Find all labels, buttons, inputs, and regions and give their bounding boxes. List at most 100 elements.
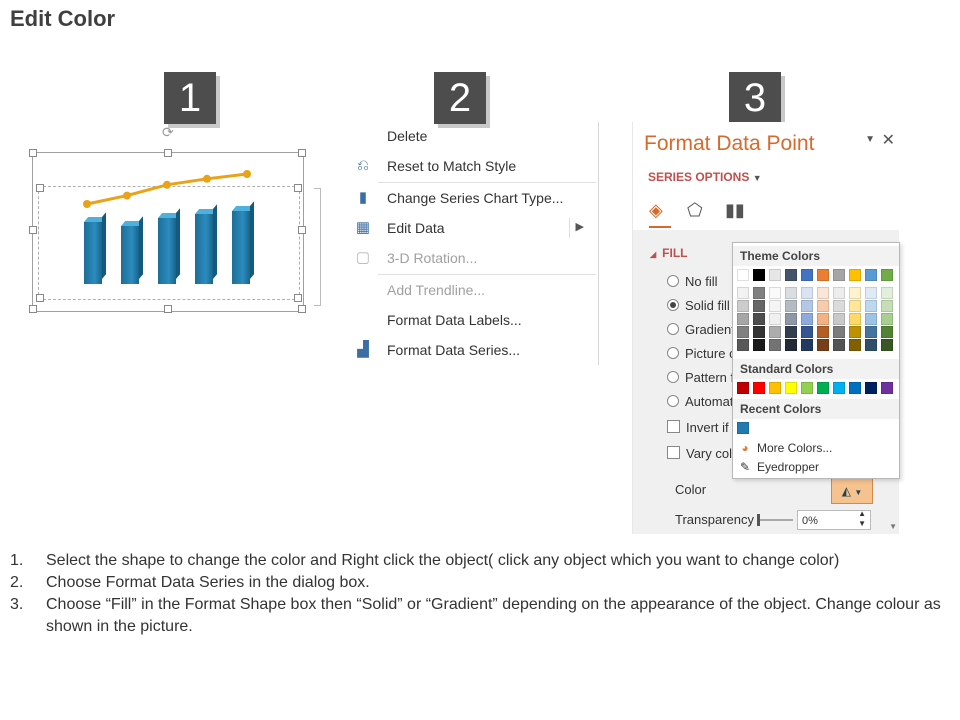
line-marker[interactable]	[163, 180, 171, 189]
standard-color-swatch[interactable]	[817, 382, 829, 394]
theme-color-swatch[interactable]	[833, 313, 845, 325]
radio-button[interactable]	[667, 299, 679, 311]
line-marker[interactable]	[83, 200, 91, 208]
theme-color-swatch[interactable]	[817, 287, 829, 299]
checkbox-vary-colors[interactable]: Vary colo	[667, 446, 739, 461]
theme-color-swatch[interactable]	[817, 300, 829, 312]
standard-color-swatch[interactable]	[865, 382, 877, 394]
option-solid-fill[interactable]: Solid fill	[667, 298, 730, 313]
option-picture-fill[interactable]: Picture o	[667, 346, 736, 361]
fill-line-tab-icon[interactable]: ◈	[649, 200, 687, 221]
radio-button[interactable]	[667, 347, 679, 359]
pane-options-chevron-icon[interactable]: ▼	[865, 134, 875, 145]
theme-color-swatch[interactable]	[737, 300, 749, 312]
theme-color-swatch[interactable]	[849, 269, 861, 281]
eyedropper-item[interactable]: ✎ Eyedropper	[737, 460, 819, 474]
theme-color-swatch[interactable]	[833, 287, 845, 299]
theme-color-swatch[interactable]	[769, 339, 781, 351]
transparency-input[interactable]: 0% ▲ ▼	[797, 509, 871, 530]
menu-item-edit-data[interactable]: ▦ Edit Data ▶	[350, 214, 598, 242]
theme-color-swatch[interactable]	[801, 326, 813, 338]
close-icon[interactable]: ✕	[882, 130, 895, 150]
radio-button[interactable]	[667, 323, 679, 335]
theme-color-swatch[interactable]	[801, 300, 813, 312]
theme-color-swatch[interactable]	[737, 287, 749, 299]
line-marker[interactable]	[123, 191, 131, 200]
series-line[interactable]	[86, 172, 248, 206]
menu-item-reset-style[interactable]: ⎌ Reset to Match Style	[350, 152, 598, 180]
checkbox-invert-if-negative[interactable]: Invert if r	[667, 420, 737, 435]
radio-button[interactable]	[667, 395, 679, 407]
menu-item-format-data-series[interactable]: ▟ Format Data Series...	[350, 336, 598, 364]
theme-color-swatch[interactable]	[865, 326, 877, 338]
option-automatic[interactable]: Automat	[667, 394, 733, 409]
theme-color-swatch[interactable]	[753, 287, 765, 299]
theme-color-swatch[interactable]	[801, 287, 813, 299]
theme-color-swatch[interactable]	[881, 287, 893, 299]
theme-color-swatch[interactable]	[849, 300, 861, 312]
theme-color-swatch[interactable]	[833, 339, 845, 351]
theme-color-swatch[interactable]	[801, 313, 813, 325]
theme-color-swatch[interactable]	[817, 326, 829, 338]
fill-section-header[interactable]: ◢ FILL	[650, 246, 687, 260]
line-marker[interactable]	[203, 174, 211, 183]
standard-color-swatch[interactable]	[801, 382, 813, 394]
standard-color-swatch[interactable]	[849, 382, 861, 394]
theme-color-swatch[interactable]	[753, 300, 765, 312]
spinner-arrows-icon[interactable]: ▲ ▼	[858, 509, 866, 529]
theme-color-swatch[interactable]	[817, 313, 829, 325]
checkbox[interactable]	[667, 446, 680, 459]
theme-color-swatch[interactable]	[881, 300, 893, 312]
theme-color-swatch[interactable]	[769, 269, 781, 281]
theme-color-swatch[interactable]	[769, 300, 781, 312]
theme-color-swatch[interactable]	[833, 269, 845, 281]
theme-color-swatch[interactable]	[769, 287, 781, 299]
theme-color-swatch[interactable]	[737, 269, 749, 281]
theme-color-swatch[interactable]	[849, 339, 861, 351]
series-options-tab-icon[interactable]: ▮▮	[725, 200, 763, 221]
theme-color-swatch[interactable]	[785, 300, 797, 312]
theme-color-swatch[interactable]	[865, 313, 877, 325]
theme-color-swatch[interactable]	[753, 269, 765, 281]
standard-color-swatch[interactable]	[881, 382, 893, 394]
recent-color-swatch[interactable]	[737, 422, 749, 434]
checkbox[interactable]	[667, 420, 680, 433]
chart-preview[interactable]: ⟳	[29, 124, 321, 315]
theme-color-swatch[interactable]	[865, 339, 877, 351]
standard-color-swatch[interactable]	[833, 382, 845, 394]
menu-item-format-data-labels[interactable]: Format Data Labels...	[350, 306, 598, 334]
theme-color-swatch[interactable]	[753, 339, 765, 351]
rotate-handle-icon[interactable]: ⟳	[162, 124, 174, 141]
theme-color-swatch[interactable]	[881, 269, 893, 281]
theme-color-swatch[interactable]	[865, 300, 877, 312]
theme-color-swatch[interactable]	[849, 326, 861, 338]
radio-button[interactable]	[667, 371, 679, 383]
theme-color-swatch[interactable]	[881, 313, 893, 325]
theme-color-swatch[interactable]	[785, 339, 797, 351]
theme-color-swatch[interactable]	[865, 269, 877, 281]
theme-color-swatch[interactable]	[785, 287, 797, 299]
theme-color-swatch[interactable]	[833, 326, 845, 338]
more-colors-item[interactable]: ◕ More Colors...	[737, 441, 832, 455]
theme-color-swatch[interactable]	[753, 326, 765, 338]
standard-color-swatch[interactable]	[769, 382, 781, 394]
standard-color-swatch[interactable]	[785, 382, 797, 394]
menu-item-delete[interactable]: Delete	[350, 122, 598, 150]
series-options-dropdown[interactable]: SERIES OPTIONS ▼	[648, 170, 762, 184]
theme-color-swatch[interactable]	[737, 326, 749, 338]
theme-color-swatch[interactable]	[849, 313, 861, 325]
line-marker[interactable]	[243, 170, 251, 178]
theme-color-swatch[interactable]	[753, 313, 765, 325]
fill-color-button[interactable]: ◭ ▼	[831, 478, 873, 504]
effects-tab-icon[interactable]: ⬠	[687, 200, 725, 221]
theme-color-swatch[interactable]	[849, 287, 861, 299]
theme-color-swatch[interactable]	[801, 269, 813, 281]
scroll-down-icon[interactable]: ▼	[889, 522, 897, 531]
option-pattern-fill[interactable]: Pattern f	[667, 370, 734, 385]
option-gradient-fill[interactable]: Gradient	[667, 322, 735, 337]
theme-color-swatch[interactable]	[785, 326, 797, 338]
theme-color-swatch[interactable]	[833, 300, 845, 312]
theme-color-swatch[interactable]	[769, 326, 781, 338]
theme-color-swatch[interactable]	[881, 339, 893, 351]
option-no-fill[interactable]: No fill	[667, 274, 718, 289]
